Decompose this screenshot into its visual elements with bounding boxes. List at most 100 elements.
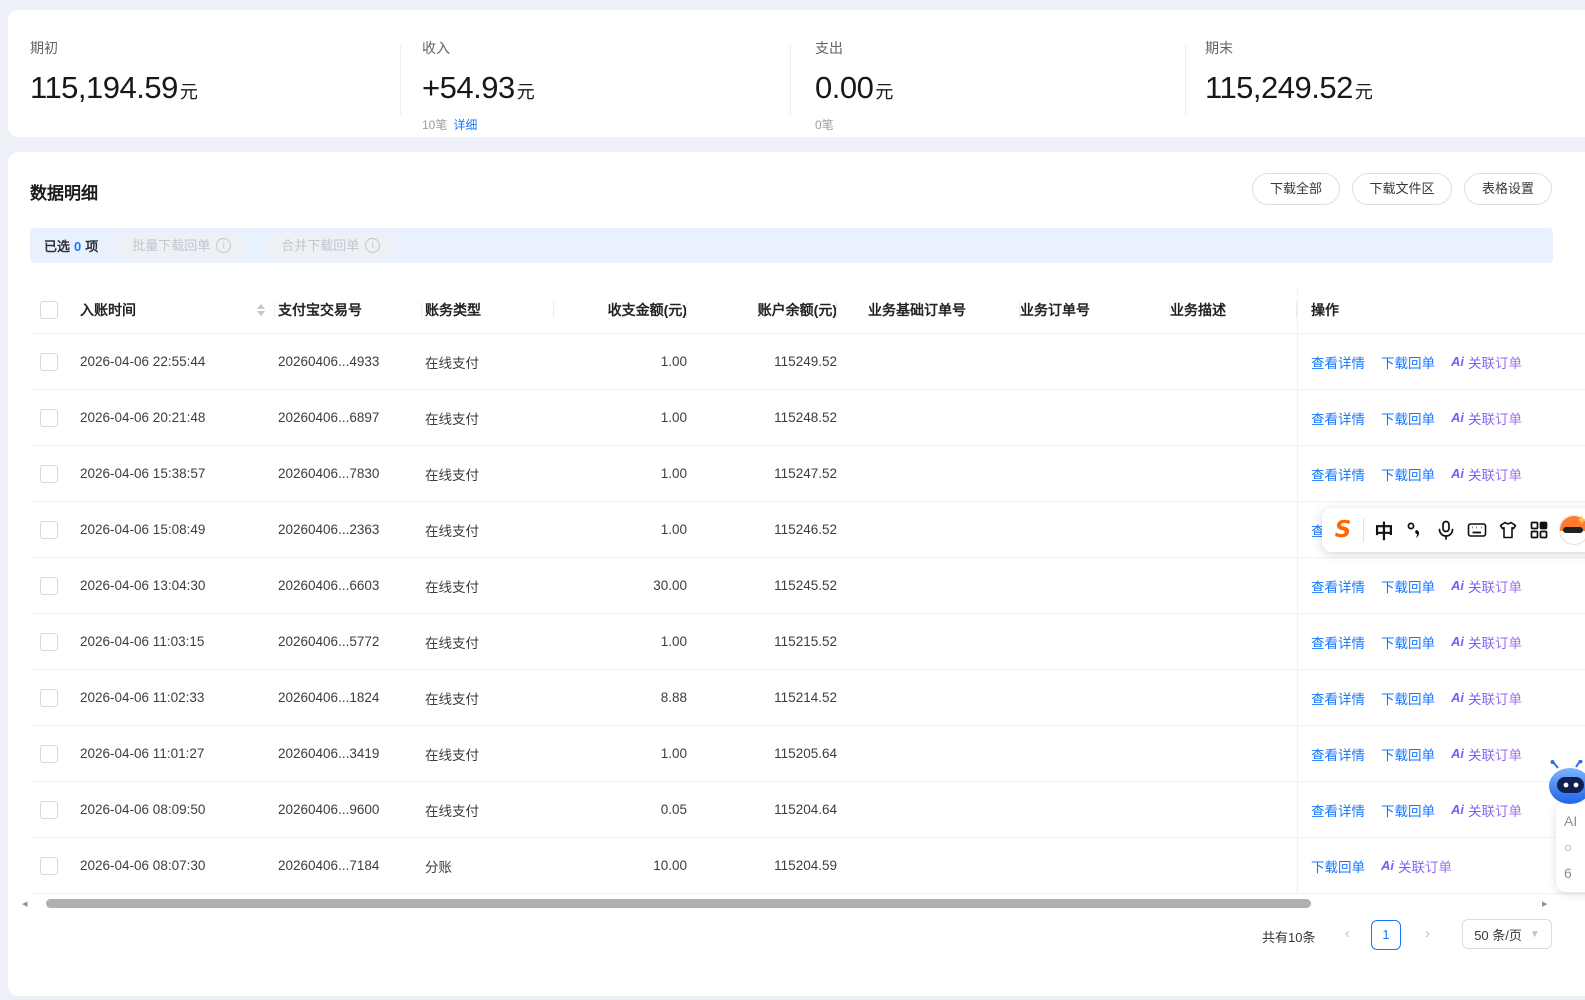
row-checkbox-cell — [30, 801, 70, 819]
view-detail-link[interactable]: 查看详情 — [1311, 688, 1365, 708]
cell-type: 分账 — [422, 856, 554, 876]
panel-title: 数据明细 — [30, 179, 98, 204]
related-order-link[interactable]: Ai关联订单 — [1451, 632, 1522, 652]
prev-page-arrow[interactable]: ‹ — [1345, 925, 1350, 942]
keyboard-icon[interactable] — [1466, 518, 1488, 542]
download-receipt-link[interactable]: 下载回单 — [1381, 744, 1435, 764]
download-receipt-link[interactable]: 下载回单 — [1381, 464, 1435, 484]
download-receipt-link[interactable]: 下载回单 — [1381, 408, 1435, 428]
row-checkbox-cell — [30, 409, 70, 427]
row-checkbox[interactable] — [40, 745, 58, 763]
stat-value: 0.00 — [815, 70, 873, 105]
select-all-checkbox[interactable] — [40, 301, 58, 319]
row-checkbox[interactable] — [40, 801, 58, 819]
related-order-link[interactable]: Ai关联订单 — [1451, 352, 1522, 372]
divider — [400, 45, 401, 115]
table-row: 2026-04-06 15:38:5720260406...7830在线支付1.… — [30, 446, 1585, 502]
cell-balance: 115204.59 — [687, 858, 837, 873]
row-checkbox[interactable] — [40, 577, 58, 595]
assistant-menu-item[interactable]: 6 — [1564, 865, 1585, 881]
divider — [1363, 518, 1364, 542]
chevron-down-icon: ▼ — [1530, 929, 1540, 940]
col-header-balance: 账户余额(元) — [687, 300, 837, 320]
related-order-link[interactable]: Ai关联订单 — [1451, 576, 1522, 596]
cell-type: 在线支付 — [422, 800, 554, 820]
download-receipt-link[interactable]: 下载回单 — [1381, 352, 1435, 372]
horizontal-scrollbar[interactable]: ◂ ▸ — [22, 896, 1562, 910]
selected-count: 0 — [70, 239, 85, 254]
related-order-link[interactable]: Ai关联订单 — [1451, 800, 1522, 820]
row-checkbox[interactable] — [40, 857, 58, 875]
table-row: 2026-04-06 13:04:3020260406...6603在线支付30… — [30, 558, 1585, 614]
sogou-logo-icon[interactable]: S — [1332, 518, 1354, 542]
merge-download-receipt-button[interactable]: 合并下载回单i — [265, 231, 396, 261]
stat-label: 收入 — [422, 38, 534, 58]
cell-amount: 30.00 — [554, 578, 687, 593]
col-header-desc: 业务描述 — [1170, 300, 1297, 320]
skin-tshirt-icon[interactable] — [1497, 518, 1519, 542]
related-order-link[interactable]: Ai关联订单 — [1451, 408, 1522, 428]
row-checkbox-cell — [30, 465, 70, 483]
cell-balance: 115205.64 — [687, 746, 837, 761]
view-detail-link[interactable]: 查看详情 — [1311, 576, 1365, 596]
scroll-left-arrow[interactable]: ◂ — [22, 897, 28, 910]
income-detail-link[interactable]: 详细 — [453, 118, 477, 132]
col-header-txn: 支付宝交易号 — [275, 300, 422, 320]
sort-icon[interactable] — [257, 304, 265, 316]
row-checkbox-cell — [30, 353, 70, 371]
download-all-button[interactable]: 下载全部 — [1252, 173, 1340, 205]
related-order-link[interactable]: Ai关联订单 — [1381, 856, 1452, 876]
related-order-link[interactable]: Ai关联订单 — [1451, 688, 1522, 708]
page-number-button[interactable]: 1 — [1371, 920, 1401, 950]
download-receipt-link[interactable]: 下载回单 — [1381, 576, 1435, 596]
cell-time: 2026-04-06 22:55:44 — [70, 354, 275, 369]
assistant-robot-icon[interactable] — [1546, 760, 1585, 809]
cell-time: 2026-04-06 13:04:30 — [70, 578, 275, 593]
view-detail-link[interactable]: 查看详情 — [1311, 464, 1365, 484]
next-page-arrow[interactable]: › — [1425, 925, 1430, 942]
page-size-select[interactable]: 50 条/页▼ — [1462, 919, 1552, 949]
row-checkbox[interactable] — [40, 353, 58, 371]
toolbox-grid-icon[interactable] — [1528, 518, 1550, 542]
related-order-link[interactable]: Ai关联订单 — [1451, 744, 1522, 764]
row-checkbox[interactable] — [40, 689, 58, 707]
table-row: 2026-04-06 22:55:4420260406...4933在线支付1.… — [30, 334, 1585, 390]
related-order-link[interactable]: Ai关联订单 — [1451, 464, 1522, 484]
download-receipt-link[interactable]: 下载回单 — [1381, 800, 1435, 820]
stat-label: 支出 — [815, 38, 893, 58]
view-detail-link[interactable]: 查看详情 — [1311, 744, 1365, 764]
cell-type: 在线支付 — [422, 464, 554, 484]
ai-icon: Ai — [1451, 802, 1464, 817]
download-filezone-button[interactable]: 下载文件区 — [1352, 173, 1452, 205]
related-order-label: 关联订单 — [1468, 632, 1522, 652]
table-row: 2026-04-06 08:09:5020260406...9600在线支付0.… — [30, 782, 1585, 838]
stat-label: 期初 — [30, 38, 197, 58]
table-row: 2026-04-06 20:21:4820260406...6897在线支付1.… — [30, 390, 1585, 446]
scroll-right-arrow[interactable]: ▸ — [1542, 897, 1548, 910]
assistant-menu-panel[interactable]: AI ○ 6 — [1556, 802, 1585, 892]
punctuation-toggle-icon[interactable] — [1404, 518, 1426, 542]
download-receipt-link[interactable]: 下载回单 — [1381, 688, 1435, 708]
microphone-icon[interactable] — [1435, 518, 1457, 542]
download-receipt-link[interactable]: 下载回单 — [1381, 632, 1435, 652]
language-toggle-icon[interactable]: 中 — [1373, 518, 1395, 542]
view-detail-link[interactable]: 查看详情 — [1311, 408, 1365, 428]
table-row: 2026-04-06 08:07:3020260406...7184分账10.0… — [30, 838, 1585, 894]
row-checkbox[interactable] — [40, 465, 58, 483]
assistant-menu-item[interactable]: ○ — [1564, 839, 1585, 855]
table-settings-button[interactable]: 表格设置 — [1464, 173, 1552, 205]
scrollbar-thumb[interactable] — [46, 899, 1311, 908]
view-detail-link[interactable]: 查看详情 — [1311, 352, 1365, 372]
stat-ending-balance: 期末 115,249.52元 — [1205, 38, 1372, 106]
row-checkbox[interactable] — [40, 409, 58, 427]
cell-type: 在线支付 — [422, 408, 554, 428]
download-receipt-link[interactable]: 下载回单 — [1311, 856, 1365, 876]
view-detail-link[interactable]: 查看详情 — [1311, 632, 1365, 652]
related-order-label: 关联订单 — [1468, 352, 1522, 372]
batch-download-receipt-button[interactable]: 批量下载回单i — [116, 231, 247, 261]
assistant-menu-item[interactable]: AI — [1564, 813, 1585, 829]
row-checkbox[interactable] — [40, 633, 58, 651]
row-checkbox[interactable] — [40, 521, 58, 539]
cell-balance: 115246.52 — [687, 522, 837, 537]
view-detail-link[interactable]: 查看详情 — [1311, 800, 1365, 820]
